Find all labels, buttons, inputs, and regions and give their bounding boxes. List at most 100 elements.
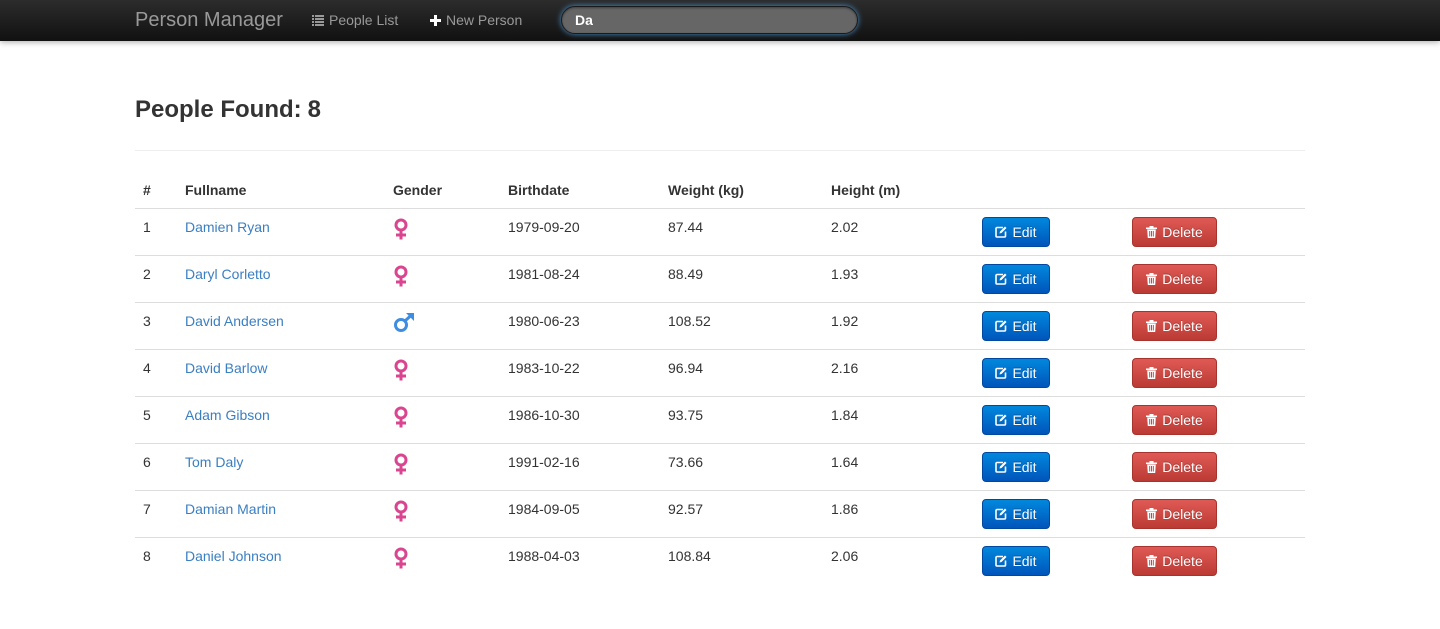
cell-weight: 93.75 bbox=[660, 396, 823, 444]
cell-edit: Edit bbox=[974, 443, 1124, 491]
row-number: 5 bbox=[143, 407, 151, 423]
cell-delete: Delete bbox=[1124, 255, 1305, 303]
edit-icon bbox=[995, 273, 1007, 285]
cell-weight: 88.49 bbox=[660, 255, 823, 303]
brand-link[interactable]: Person Manager bbox=[135, 8, 283, 32]
weight-value: 92.57 bbox=[668, 501, 704, 517]
table-body: 1 Damien Ryan 1979-09-20 87.44 2.02 Edit Delet… bbox=[135, 208, 1305, 585]
col-header-weight: Weight (kg) bbox=[660, 171, 823, 209]
cell-delete: Delete bbox=[1124, 538, 1305, 585]
birthdate-value: 1984-09-05 bbox=[508, 501, 580, 517]
delete-button[interactable]: Delete bbox=[1132, 452, 1217, 482]
person-name-link[interactable]: Daryl Corletto bbox=[185, 266, 271, 282]
delete-button[interactable]: Delete bbox=[1132, 264, 1217, 294]
birthdate-value: 1979-09-20 bbox=[508, 219, 580, 235]
cell-edit: Edit bbox=[974, 302, 1124, 350]
edit-button[interactable]: Edit bbox=[982, 499, 1050, 529]
cell-delete: Delete bbox=[1124, 396, 1305, 444]
cell-edit: Edit bbox=[974, 538, 1124, 585]
delete-button[interactable]: Delete bbox=[1132, 499, 1217, 529]
female-icon bbox=[393, 265, 409, 287]
cell-number: 8 bbox=[135, 538, 177, 585]
cell-gender bbox=[385, 490, 500, 538]
edit-icon bbox=[995, 320, 1007, 332]
weight-value: 108.84 bbox=[668, 548, 711, 564]
cell-birthdate: 1980-06-23 bbox=[500, 302, 660, 350]
cell-number: 2 bbox=[135, 255, 177, 303]
female-icon bbox=[393, 500, 409, 522]
cell-delete: Delete bbox=[1124, 208, 1305, 256]
height-value: 1.84 bbox=[831, 407, 859, 423]
trash-icon bbox=[1146, 320, 1158, 332]
cell-height: 1.86 bbox=[823, 490, 974, 538]
cell-height: 1.84 bbox=[823, 396, 974, 444]
col-header-birthdate: Birthdate bbox=[500, 171, 660, 209]
person-name-link[interactable]: David Andersen bbox=[185, 313, 284, 329]
nav-new-person[interactable]: New Person bbox=[430, 12, 522, 29]
edit-icon bbox=[995, 414, 1007, 426]
edit-button[interactable]: Edit bbox=[982, 405, 1050, 435]
trash-icon bbox=[1146, 226, 1158, 238]
trash-icon bbox=[1146, 461, 1158, 473]
nav-people-list[interactable]: People List bbox=[312, 12, 398, 29]
person-name-link[interactable]: Damian Martin bbox=[185, 501, 276, 517]
edit-button[interactable]: Edit bbox=[982, 546, 1050, 576]
delete-button[interactable]: Delete bbox=[1132, 405, 1217, 435]
person-name-link[interactable]: Adam Gibson bbox=[185, 407, 270, 423]
trash-icon bbox=[1146, 555, 1158, 567]
trash-icon bbox=[1146, 367, 1158, 379]
person-name-link[interactable]: Damien Ryan bbox=[185, 219, 270, 235]
delete-button-label: Delete bbox=[1162, 412, 1203, 428]
person-name-link[interactable]: Tom Daly bbox=[185, 454, 243, 470]
female-icon bbox=[393, 453, 409, 475]
height-value: 1.64 bbox=[831, 454, 859, 470]
weight-value: 93.75 bbox=[668, 407, 704, 423]
col-header-gender: Gender bbox=[385, 171, 500, 209]
row-number: 8 bbox=[143, 548, 151, 564]
cell-edit: Edit bbox=[974, 349, 1124, 397]
edit-icon bbox=[995, 226, 1007, 238]
divider bbox=[135, 150, 1305, 151]
edit-button[interactable]: Edit bbox=[982, 311, 1050, 341]
delete-button[interactable]: Delete bbox=[1132, 311, 1217, 341]
height-value: 1.93 bbox=[831, 266, 859, 282]
search-input[interactable] bbox=[561, 6, 858, 34]
cell-edit: Edit bbox=[974, 255, 1124, 303]
edit-button-label: Edit bbox=[1012, 412, 1037, 428]
cell-number: 1 bbox=[135, 208, 177, 256]
edit-icon bbox=[995, 555, 1007, 567]
page-title-label: People Found: bbox=[135, 96, 302, 123]
col-header-number: # bbox=[135, 171, 177, 209]
cell-birthdate: 1981-08-24 bbox=[500, 255, 660, 303]
edit-button[interactable]: Edit bbox=[982, 452, 1050, 482]
cell-height: 2.16 bbox=[823, 349, 974, 397]
cell-number: 5 bbox=[135, 396, 177, 444]
edit-button[interactable]: Edit bbox=[982, 358, 1050, 388]
delete-button[interactable]: Delete bbox=[1132, 546, 1217, 576]
person-name-link[interactable]: Daniel Johnson bbox=[185, 548, 282, 564]
trash-icon bbox=[1146, 508, 1158, 520]
cell-delete: Delete bbox=[1124, 302, 1305, 350]
edit-button[interactable]: Edit bbox=[982, 217, 1050, 247]
birthdate-value: 1981-08-24 bbox=[508, 266, 580, 282]
cell-weight: 108.52 bbox=[660, 302, 823, 350]
height-value: 1.92 bbox=[831, 313, 859, 329]
col-header-edit bbox=[974, 171, 1124, 209]
weight-value: 108.52 bbox=[668, 313, 711, 329]
cell-weight: 92.57 bbox=[660, 490, 823, 538]
cell-number: 6 bbox=[135, 443, 177, 491]
col-header-height: Height (m) bbox=[823, 171, 974, 209]
edit-button[interactable]: Edit bbox=[982, 264, 1050, 294]
cell-gender bbox=[385, 302, 500, 350]
edit-button-label: Edit bbox=[1012, 365, 1037, 381]
weight-value: 73.66 bbox=[668, 454, 704, 470]
table-row: 1 Damien Ryan 1979-09-20 87.44 2.02 Edit Delet… bbox=[135, 208, 1305, 256]
table-row: 3 David Andersen 1980-06-23 108.52 1.92 Edit D… bbox=[135, 302, 1305, 350]
row-number: 6 bbox=[143, 454, 151, 470]
cell-height: 2.02 bbox=[823, 208, 974, 256]
person-name-link[interactable]: David Barlow bbox=[185, 360, 267, 376]
row-number: 3 bbox=[143, 313, 151, 329]
cell-weight: 96.94 bbox=[660, 349, 823, 397]
delete-button[interactable]: Delete bbox=[1132, 217, 1217, 247]
delete-button[interactable]: Delete bbox=[1132, 358, 1217, 388]
